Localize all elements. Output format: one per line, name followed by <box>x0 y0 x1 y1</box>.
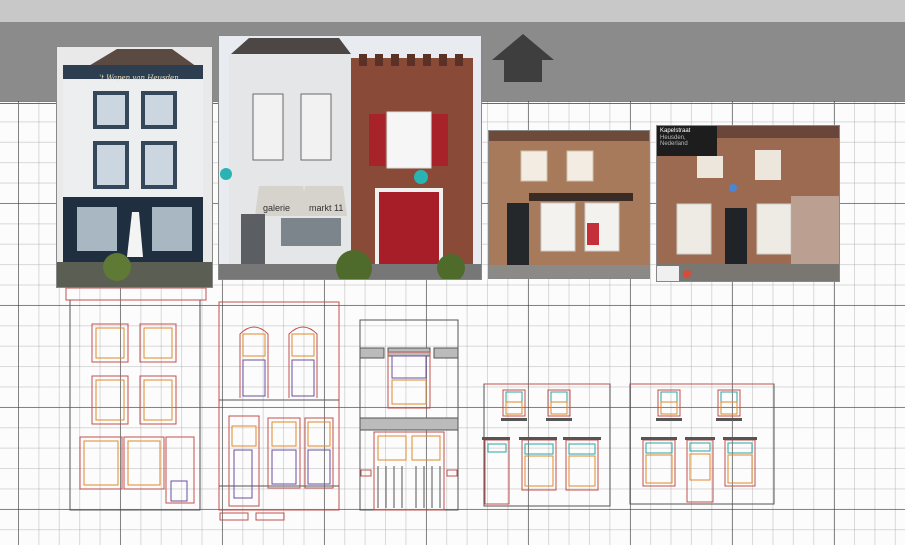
elevation-drawing-2 <box>218 301 340 521</box>
elevation-drawing-4 <box>482 383 611 507</box>
elevation-drawing-1 <box>65 287 207 511</box>
elevation-drawings-layer <box>65 287 775 521</box>
elevation-drawing-3 <box>359 319 459 511</box>
elevation-drawing-5 <box>629 383 775 505</box>
